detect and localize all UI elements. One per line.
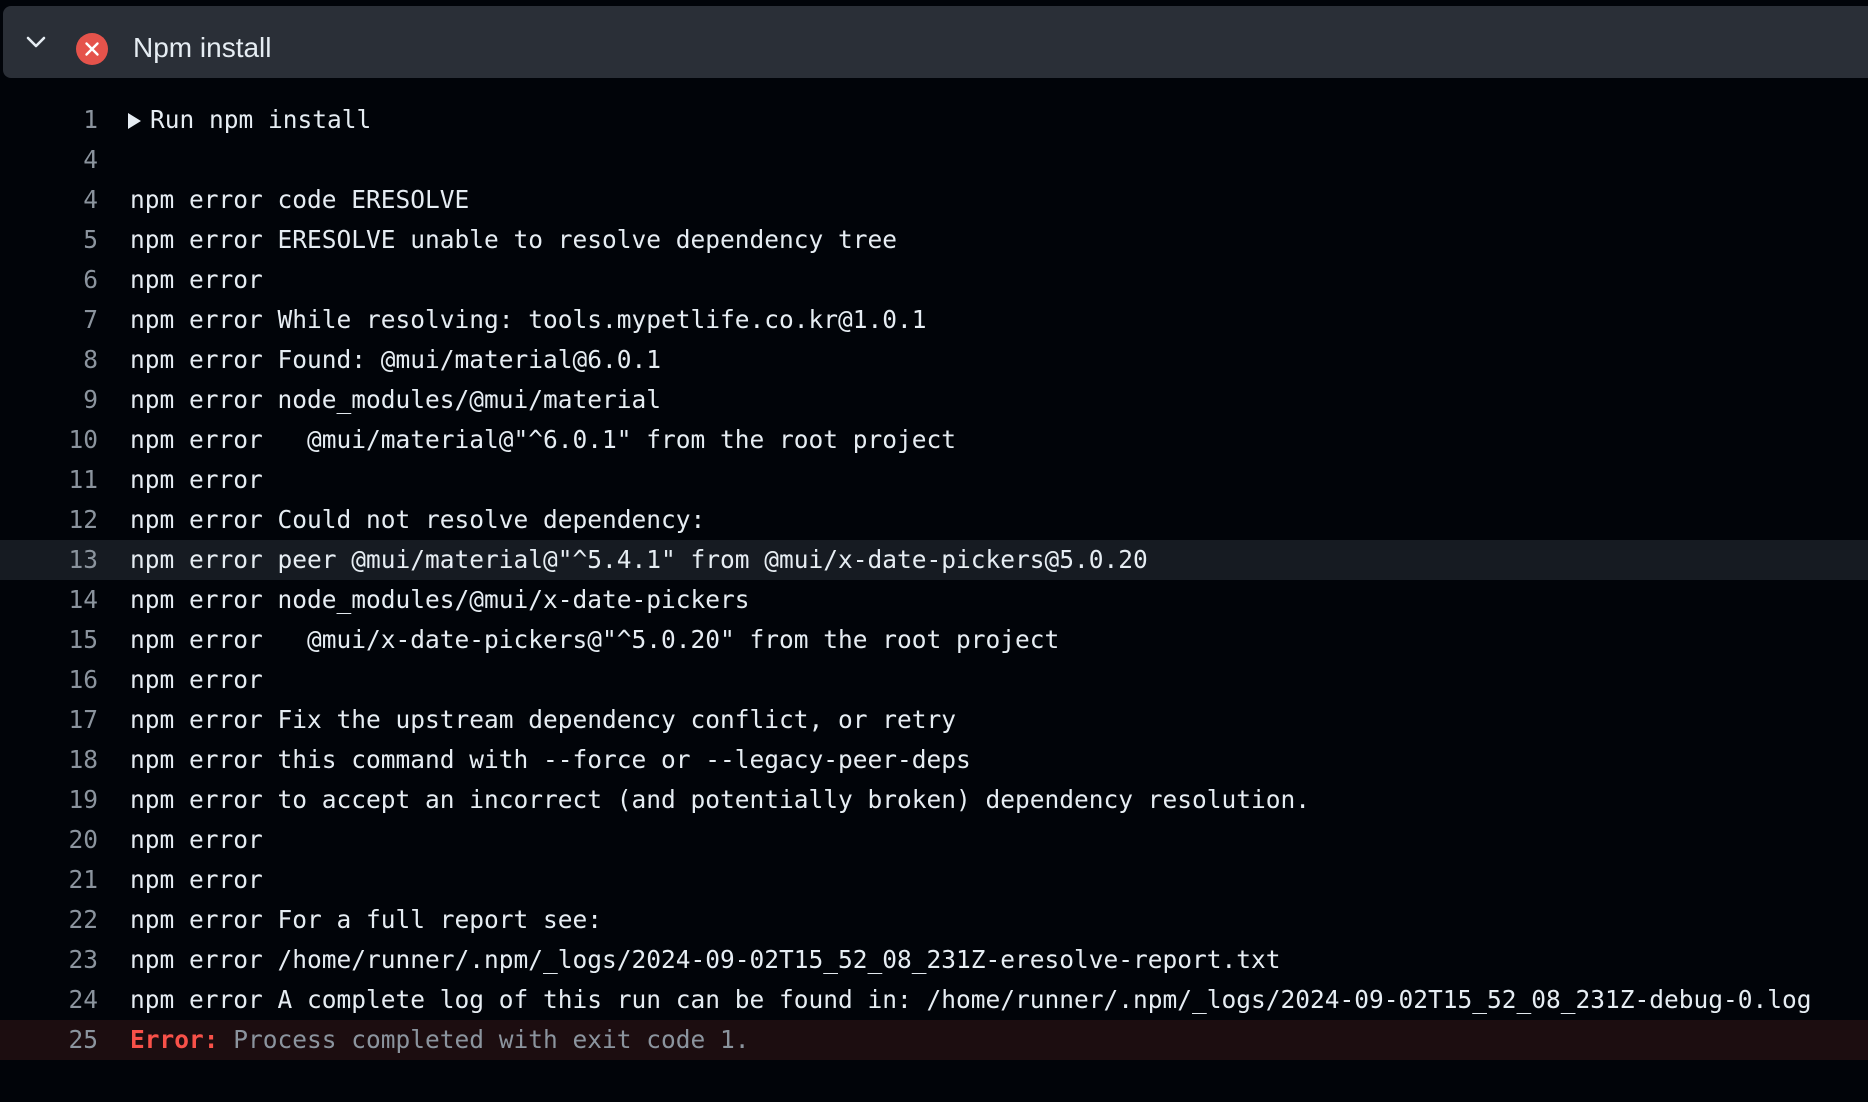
- log-line-text: npm error: [130, 265, 263, 294]
- log-line-text: npm error to accept an incorrect (and po…: [130, 785, 1311, 814]
- log-line-text: npm error: [130, 865, 263, 894]
- line-number[interactable]: 13: [0, 540, 98, 580]
- line-number[interactable]: 9: [0, 380, 98, 420]
- log-line-text: npm error @mui/x-date-pickers@"^5.0.20" …: [130, 625, 1060, 654]
- log-line-text: npm error node_modules/@mui/x-date-picke…: [130, 585, 750, 614]
- log-line[interactable]: 1 Run npm install: [0, 100, 1868, 140]
- log-line-text: npm error Could not resolve dependency:: [130, 505, 706, 534]
- log-line-text: npm error: [130, 465, 263, 494]
- log-line[interactable]: 13 npm error peer @mui/material@"^5.4.1" …: [0, 540, 1868, 580]
- line-number[interactable]: 11: [0, 460, 98, 500]
- line-number[interactable]: 22: [0, 900, 98, 940]
- log-line-text: npm error While resolving: tools.mypetli…: [130, 305, 927, 334]
- line-number[interactable]: 4: [0, 140, 98, 180]
- step-title: Npm install: [133, 32, 272, 63]
- log-line[interactable]: 5 npm error ERESOLVE unable to resolve de…: [0, 220, 1868, 260]
- log-line[interactable]: 16 npm error: [0, 660, 1868, 700]
- log-line[interactable]: 9 npm error node_modules/@mui/material: [0, 380, 1868, 420]
- log-line[interactable]: 7 npm error While resolving: tools.mypetl…: [0, 300, 1868, 340]
- line-number[interactable]: 6: [0, 260, 98, 300]
- error-message: Process completed with exit code 1.: [218, 1025, 750, 1054]
- line-number[interactable]: 10: [0, 420, 98, 460]
- line-number[interactable]: 7: [0, 300, 98, 340]
- log-line-text: npm error code ERESOLVE: [130, 185, 470, 214]
- log-line-text: npm error ERESOLVE unable to resolve dep…: [130, 225, 898, 254]
- line-number[interactable]: 8: [0, 340, 98, 380]
- line-number[interactable]: 12: [0, 500, 98, 540]
- x-circle-icon: [76, 33, 108, 65]
- log-line[interactable]: 24 npm error A complete log of this run c…: [0, 980, 1868, 1020]
- log-line[interactable]: 18 npm error this command with --force or…: [0, 740, 1868, 780]
- line-number[interactable]: 1: [0, 100, 98, 140]
- log-line-text: npm error Fix the upstream dependency co…: [130, 705, 957, 734]
- log-line[interactable]: 22 npm error For a full report see:: [0, 900, 1868, 940]
- log-line[interactable]: 21 npm error: [0, 860, 1868, 900]
- line-number[interactable]: 23: [0, 940, 98, 980]
- step-header[interactable]: Npm install: [3, 6, 1868, 78]
- log-line[interactable]: 8 npm error Found: @mui/material@6.0.1: [0, 340, 1868, 380]
- log-line[interactable]: 17 npm error Fix the upstream dependency …: [0, 700, 1868, 740]
- line-number[interactable]: 17: [0, 700, 98, 740]
- log-line[interactable]: 10 npm error @mui/material@"^6.0.1" from …: [0, 420, 1868, 460]
- log-line-text: Error: Process completed with exit code …: [130, 1020, 750, 1060]
- log-line[interactable]: 4: [0, 140, 1868, 180]
- log-line-text: npm error For a full report see:: [130, 905, 603, 934]
- log-line-text: npm error: [130, 665, 263, 694]
- log-line-text: npm error A complete log of this run can…: [130, 985, 1812, 1014]
- log-line[interactable]: 12 npm error Could not resolve dependency…: [0, 500, 1868, 540]
- error-label: Error:: [130, 1025, 219, 1054]
- line-number[interactable]: 16: [0, 660, 98, 700]
- log-line[interactable]: 15 npm error @mui/x-date-pickers@"^5.0.20…: [0, 620, 1868, 660]
- line-number[interactable]: 5: [0, 220, 98, 260]
- line-number[interactable]: 20: [0, 820, 98, 860]
- log-output: 1 Run npm install 4 4 npm error code ERESOLV…: [0, 100, 1868, 1060]
- log-line-text: npm error /home/runner/.npm/_logs/2024-0…: [130, 945, 1281, 974]
- log-line-text: npm error this command with --force or -…: [130, 745, 971, 774]
- log-group-label[interactable]: Run npm install: [150, 100, 371, 140]
- log-line[interactable]: 4 npm error code ERESOLVE: [0, 180, 1868, 220]
- log-line-text: npm error Found: @mui/material@6.0.1: [130, 345, 662, 374]
- log-line-error[interactable]: 25 Error: Process completed with exit cod…: [0, 1020, 1868, 1060]
- log-line[interactable]: 23 npm error /home/runner/.npm/_logs/2024…: [0, 940, 1868, 980]
- log-line[interactable]: 11 npm error: [0, 460, 1868, 500]
- log-line[interactable]: 20 npm error: [0, 820, 1868, 860]
- caret-right-icon[interactable]: [128, 113, 141, 129]
- line-number[interactable]: 19: [0, 780, 98, 820]
- line-number[interactable]: 21: [0, 860, 98, 900]
- chevron-down-icon[interactable]: [24, 30, 48, 54]
- log-line-text: npm error peer @mui/material@"^5.4.1" fr…: [130, 545, 1148, 574]
- log-line[interactable]: 14 npm error node_modules/@mui/x-date-pic…: [0, 580, 1868, 620]
- line-number[interactable]: 18: [0, 740, 98, 780]
- line-number[interactable]: 15: [0, 620, 98, 660]
- log-line[interactable]: 6 npm error: [0, 260, 1868, 300]
- log-line[interactable]: 19 npm error to accept an incorrect (and …: [0, 780, 1868, 820]
- line-number[interactable]: 25: [0, 1020, 98, 1060]
- line-number[interactable]: 14: [0, 580, 98, 620]
- log-line-text: npm error: [130, 825, 263, 854]
- line-number[interactable]: 4: [0, 180, 98, 220]
- line-number[interactable]: 24: [0, 980, 98, 1020]
- log-line-text: npm error @mui/material@"^6.0.1" from th…: [130, 425, 957, 454]
- log-line-text: npm error node_modules/@mui/material: [130, 385, 662, 414]
